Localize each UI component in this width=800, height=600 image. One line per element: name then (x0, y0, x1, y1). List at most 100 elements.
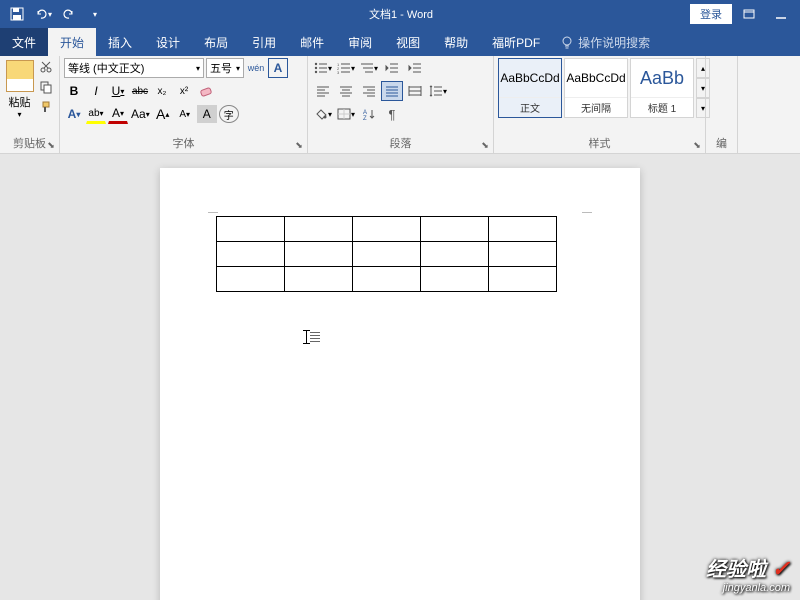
tell-me-search[interactable]: 操作说明搜索 (552, 28, 658, 56)
bullets-button[interactable]: ▾ (312, 58, 334, 78)
redo-button[interactable] (58, 3, 80, 25)
line-spacing-button[interactable]: ▾ (427, 81, 449, 101)
underline-button[interactable]: U▾ (108, 81, 128, 101)
login-button[interactable]: 登录 (690, 4, 732, 24)
numbering-icon: 123 (337, 62, 351, 74)
group-font: 等线 (中文正文)▾ 五号▾ wén A B I U▾ abc x₂ x² A▾… (60, 56, 308, 153)
group-label-paragraph: 段落 (312, 133, 489, 153)
brush-icon (39, 100, 53, 114)
font-name-combo[interactable]: 等线 (中文正文)▾ (64, 58, 204, 78)
shading-button[interactable]: ▾ (312, 104, 334, 124)
paste-icon (6, 60, 34, 92)
subscript-button[interactable]: x₂ (152, 81, 172, 101)
align-center-button[interactable] (335, 81, 357, 101)
table-row[interactable] (217, 217, 557, 242)
change-case-button[interactable]: Aa▾ (130, 104, 151, 124)
sort-icon: AZ (362, 108, 376, 120)
font-dialog-launcher[interactable]: ⬊ (293, 139, 305, 151)
copy-button[interactable] (37, 78, 55, 96)
align-right-icon (362, 85, 376, 97)
copy-icon (39, 80, 53, 94)
ribbon-tabs: 文件 开始 插入 设计 布局 引用 邮件 审阅 视图 帮助 福昕PDF 操作说明… (0, 28, 800, 56)
tab-foxit[interactable]: 福昕PDF (480, 28, 552, 56)
style-no-spacing[interactable]: AaBbCcDd 无间隔 (564, 58, 628, 118)
numbering-button[interactable]: 123▾ (335, 58, 357, 78)
tab-view[interactable]: 视图 (384, 28, 432, 56)
tab-layout[interactable]: 布局 (192, 28, 240, 56)
undo-button[interactable]: ▾ (32, 3, 54, 25)
show-marks-button[interactable]: ¶ (381, 104, 403, 124)
group-label-styles: 样式 (498, 133, 701, 153)
font-color-button[interactable]: A▾ (108, 104, 128, 124)
font-size-combo[interactable]: 五号▾ (206, 58, 244, 78)
align-left-button[interactable] (312, 81, 334, 101)
grow-font-button[interactable]: A▴ (153, 104, 173, 124)
styles-dialog-launcher[interactable]: ⬊ (691, 139, 703, 151)
style-heading1[interactable]: AaBb 标题 1 (630, 58, 694, 118)
ibeam-icon (306, 330, 307, 344)
document-area[interactable] (0, 154, 800, 600)
sort-button[interactable]: AZ (358, 104, 380, 124)
minimize-button[interactable] (766, 3, 796, 25)
clipboard-dialog-launcher[interactable]: ⬊ (45, 139, 57, 151)
qat-customize-button[interactable]: ▾ (84, 3, 106, 25)
highlight-button[interactable]: ab▾ (86, 104, 106, 124)
tab-references[interactable]: 引用 (240, 28, 288, 56)
tab-file[interactable]: 文件 (0, 28, 48, 56)
increase-indent-button[interactable] (404, 58, 426, 78)
char-border-button[interactable]: A (268, 58, 288, 78)
bullets-icon (314, 62, 328, 74)
superscript-button[interactable]: x² (174, 81, 194, 101)
align-right-button[interactable] (358, 81, 380, 101)
tab-home[interactable]: 开始 (48, 28, 96, 56)
distributed-icon (408, 85, 422, 97)
group-label-editing: 编 (710, 133, 733, 153)
text-effects-button[interactable]: A▾ (64, 104, 84, 124)
borders-button[interactable]: ▾ (335, 104, 357, 124)
strikethrough-button[interactable]: abc (130, 81, 150, 101)
watermark: 经验啦 ✓ jingyanla.com (706, 553, 790, 594)
bold-button[interactable]: B (64, 81, 84, 101)
tab-mailings[interactable]: 邮件 (288, 28, 336, 56)
scissors-icon (39, 60, 53, 74)
outdent-icon (385, 62, 399, 74)
enclose-char-button[interactable]: 字 (219, 105, 239, 123)
format-painter-button[interactable] (37, 98, 55, 116)
tell-me-label: 操作说明搜索 (578, 34, 650, 51)
ribbon-display-button[interactable] (734, 3, 764, 25)
table-row[interactable] (217, 267, 557, 292)
clear-format-button[interactable] (196, 81, 216, 101)
titlebar-right: 登录 (690, 3, 800, 25)
tab-design[interactable]: 设计 (144, 28, 192, 56)
italic-button[interactable]: I (86, 81, 106, 101)
document-table[interactable] (216, 216, 557, 292)
chevron-down-icon: ▾ (48, 10, 52, 19)
group-label-font: 字体 (64, 133, 303, 153)
tab-help[interactable]: 帮助 (432, 28, 480, 56)
multilevel-list-button[interactable]: ▾ (358, 58, 380, 78)
shrink-font-button[interactable]: A▾ (175, 104, 195, 124)
save-button[interactable] (6, 3, 28, 25)
bucket-icon (314, 108, 328, 120)
ribbon: 粘贴 ▾ 剪贴板 ⬊ 等线 (中文正文)▾ 五号▾ wén A B I U▾ (0, 56, 800, 154)
style-normal[interactable]: AaBbCcDd 正文 (498, 58, 562, 118)
titlebar: ▾ ▾ 文档1 - Word 登录 (0, 0, 800, 28)
quick-access-toolbar: ▾ ▾ (0, 3, 112, 25)
group-clipboard: 粘贴 ▾ 剪贴板 ⬊ (0, 56, 60, 153)
cut-button[interactable] (37, 58, 55, 76)
align-justify-button[interactable] (381, 81, 403, 101)
tab-insert[interactable]: 插入 (96, 28, 144, 56)
document-page[interactable] (160, 168, 640, 600)
checkmark-icon: ✓ (772, 556, 790, 581)
distributed-button[interactable] (404, 81, 426, 101)
align-center-icon (339, 85, 353, 97)
paragraph-dialog-launcher[interactable]: ⬊ (479, 139, 491, 151)
chevron-down-icon: ▾ (17, 110, 21, 119)
decrease-indent-button[interactable] (381, 58, 403, 78)
svg-text:Z: Z (363, 116, 367, 120)
char-shading-button[interactable]: A (197, 105, 217, 123)
paste-button[interactable]: 粘贴 ▾ (4, 58, 35, 119)
phonetic-guide-button[interactable]: wén (246, 58, 266, 78)
table-row[interactable] (217, 242, 557, 267)
tab-review[interactable]: 审阅 (336, 28, 384, 56)
